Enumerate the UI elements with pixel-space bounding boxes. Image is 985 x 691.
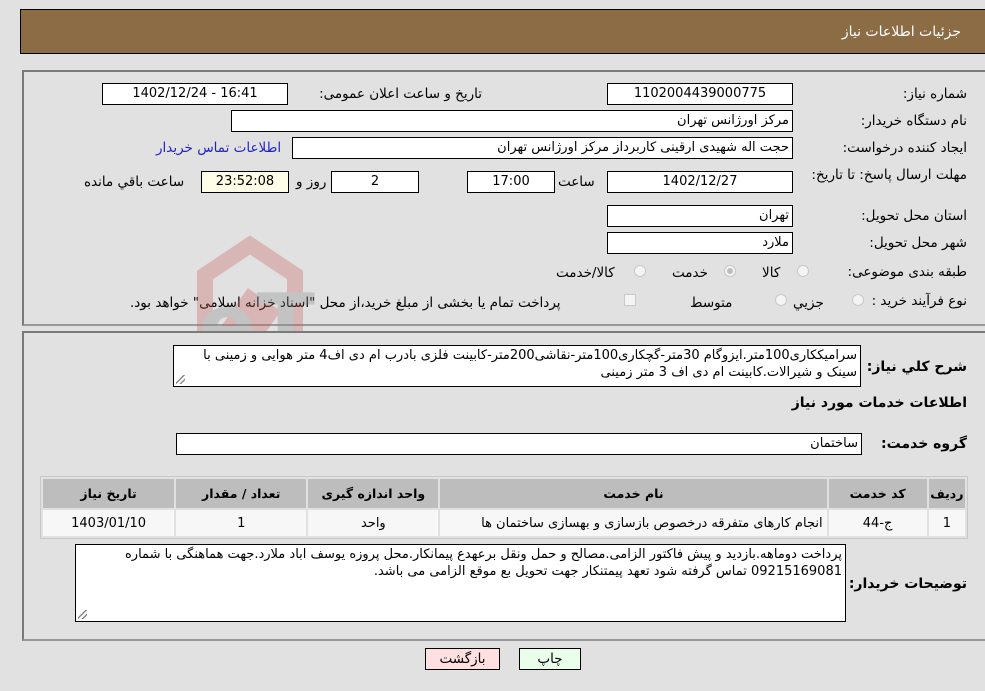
purchase-type-radio-medium[interactable]	[775, 294, 787, 306]
col-service-name: نام خدمت	[440, 479, 827, 508]
description-text: سرامیککاری100متر.ایزوگام 30متر-گچکاری100…	[203, 348, 857, 380]
category-radio-service[interactable]	[724, 265, 736, 277]
days-remaining-field: 2	[331, 171, 419, 193]
need-info-panel	[22, 70, 985, 326]
category-option-goods: کالا	[762, 265, 781, 281]
col-quantity: تعداد / مقدار	[176, 479, 307, 508]
col-need-date: تاریخ نیاز	[43, 479, 175, 508]
service-group-label: گروه خدمت:	[881, 436, 967, 452]
services-table: ردیف کد خدمت نام خدمت واحد اندازه گیری ت…	[40, 476, 968, 539]
col-row-number: ردیف	[928, 479, 965, 508]
announce-datetime-label: تاریخ و ساعت اعلان عمومی:	[319, 86, 482, 102]
services-section-title: اطلاعات خدمات مورد نیاز	[791, 395, 967, 411]
days-label: روز و	[296, 174, 327, 190]
remaining-time-field: 23:52:08	[201, 171, 289, 193]
cell-need-date: 1403/01/10	[43, 510, 175, 536]
description-label: شرح کلي نیاز:	[866, 359, 967, 375]
service-group-field: ساختمان	[176, 433, 862, 455]
announce-datetime-field: 1402/12/24 - 16:41	[102, 83, 288, 105]
page-title: جزئیات اطلاعات نیاز	[841, 23, 961, 40]
province-label: استان محل تحویل:	[861, 208, 967, 224]
buyer-notes-textarea[interactable]: پرداخت دوماهه.بازدید و پیش فاکتور الزامی…	[75, 544, 846, 622]
cell-service-name: انجام کارهای متفرقه درخصوص بازسازی و بهس…	[440, 510, 827, 536]
city-field: ملارد	[607, 232, 793, 254]
buyer-contact-link[interactable]: اطلاعات تماس خریدار	[156, 140, 281, 156]
print-button[interactable]: چاپ	[519, 648, 581, 670]
resize-handle-icon[interactable]	[78, 610, 87, 619]
need-number-label: شماره نیاز:	[902, 86, 967, 102]
category-option-service: خدمت	[672, 265, 708, 281]
resize-handle-icon[interactable]	[176, 375, 185, 384]
need-number-field: 1102004439000775	[607, 83, 793, 105]
purchase-type-option-minor: جزیي	[793, 295, 824, 311]
requester-field: حجت اله شهیدی ارقینی کاربرداز مرکز اورژا…	[292, 137, 793, 159]
buyer-notes-text: پرداخت دوماهه.بازدید و پیش فاکتور الزامی…	[125, 547, 842, 579]
description-textarea[interactable]: سرامیککاری100متر.ایزوگام 30متر-گچکاری100…	[173, 345, 861, 387]
remaining-time-label: ساعت باقي مانده	[84, 174, 185, 190]
buyer-org-field: مرکز اورژانس تهران	[231, 110, 793, 132]
col-service-code: کد خدمت	[828, 479, 927, 508]
cell-service-code: ج-44	[828, 510, 927, 536]
city-label: شهر محل تحویل:	[869, 235, 967, 251]
buyer-org-label: نام دستگاه خریدار:	[860, 113, 967, 129]
table-header-row: ردیف کد خدمت نام خدمت واحد اندازه گیری ت…	[43, 479, 965, 508]
buyer-notes-label: توضیحات خریدار:	[848, 576, 967, 592]
treasury-note: پرداخت تمام یا بخشی از مبلغ خرید،از محل …	[130, 295, 561, 311]
deadline-label: مهلت ارسال پاسخ: تا تاریخ:	[811, 167, 967, 183]
province-field: تهران	[607, 205, 793, 227]
category-label: طبقه بندی موضوعی:	[847, 264, 967, 280]
cell-row-number: 1	[928, 510, 965, 536]
requester-label: ایجاد کننده درخواست:	[842, 140, 967, 156]
col-unit: واحد اندازه گیری	[308, 479, 439, 508]
back-button[interactable]: بازگشت	[425, 648, 500, 670]
purchase-type-option-medium: متوسط	[690, 295, 733, 311]
treasury-checkbox[interactable]	[624, 294, 636, 306]
deadline-time-label: ساعت	[558, 174, 595, 190]
deadline-date-field: 1402/12/27	[607, 171, 793, 193]
purchase-type-label: نوع فرآیند خرید :	[871, 293, 967, 309]
purchase-type-radio-minor[interactable]	[852, 294, 864, 306]
category-radio-goods[interactable]	[797, 265, 809, 277]
cell-quantity: 1	[176, 510, 307, 536]
deadline-time-field: 17:00	[467, 171, 555, 193]
table-row: 1 ج-44 انجام کارهای متفرقه درخصوص بازساز…	[43, 510, 965, 536]
cell-unit: واحد	[308, 510, 439, 536]
category-option-goods-service: کالا/خدمت	[556, 265, 615, 281]
category-radio-goods-service[interactable]	[634, 265, 646, 277]
page-header: جزئیات اطلاعات نیاز	[20, 9, 985, 54]
